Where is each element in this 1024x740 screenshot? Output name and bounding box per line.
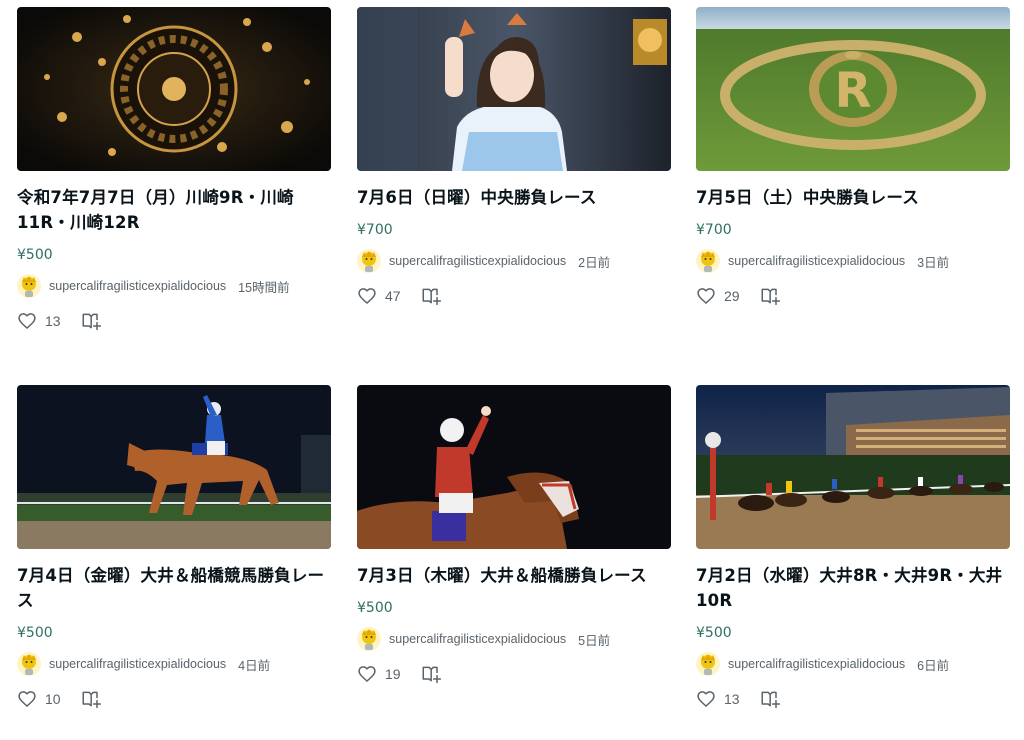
author-row: supercalifragilisticexpialidocious 3日前 (696, 248, 1010, 274)
jockey-celebration-thumbnail[interactable] (357, 385, 671, 549)
crop-field-r-logo-image: R (696, 7, 1010, 171)
add-to-magazine-button[interactable] (421, 286, 443, 306)
heart-icon (17, 311, 37, 331)
heart-icon (696, 689, 716, 709)
avatar[interactable] (17, 274, 41, 298)
article-price: ¥500 (357, 600, 393, 616)
like-count: 13 (45, 313, 61, 329)
article-title[interactable]: 7月2日（水曜）大井8R・大井9R・大井10R (696, 563, 1010, 613)
magazine-add-icon (81, 689, 103, 709)
idol-photo-image (357, 7, 671, 171)
card-actions: 10 (17, 687, 331, 711)
card-actions: 13 (17, 309, 331, 333)
magazine-add-icon (421, 664, 443, 684)
roulette-image (17, 7, 331, 171)
magazine-add-icon (760, 689, 782, 709)
post-time: 2日前 (578, 255, 611, 270)
article-price: ¥500 (17, 247, 53, 263)
post-time: 5日前 (578, 633, 611, 648)
add-to-magazine-button[interactable] (421, 664, 443, 684)
article-title[interactable]: 令和7年7月7日（月）川崎9R・川崎11R・川崎12R (17, 185, 331, 235)
add-to-magazine-button[interactable] (81, 311, 103, 331)
roulette-thumbnail[interactable] (17, 7, 331, 171)
author-row: supercalifragilisticexpialidocious 4日前 (17, 651, 331, 677)
author-name[interactable]: supercalifragilisticexpialidocious (49, 657, 226, 671)
avatar[interactable] (357, 627, 381, 651)
article-title[interactable]: 7月4日（金曜）大井＆船橋競馬勝負レース (17, 563, 331, 613)
like-button[interactable]: 47 (357, 286, 405, 306)
article-card[interactable]: R 7月5日（土）中央勝負レース ¥700 supercalifragilist… (696, 7, 1010, 308)
add-to-magazine-button[interactable] (81, 689, 103, 709)
article-title[interactable]: 7月5日（土）中央勝負レース (696, 185, 1010, 210)
article-grid: 令和7年7月7日（月）川崎9R・川崎11R・川崎12R ¥500 superca… (0, 0, 1024, 740)
post-time: 3日前 (917, 255, 950, 270)
article-price: ¥500 (17, 625, 53, 641)
article-card[interactable]: 7月2日（水曜）大井8R・大井9R・大井10R ¥500 supercalifr… (696, 385, 1010, 711)
heart-icon (696, 286, 716, 306)
like-button[interactable]: 29 (696, 286, 744, 306)
like-count: 47 (385, 288, 401, 304)
horse-race-track-image (696, 385, 1010, 549)
heart-icon (17, 689, 37, 709)
like-button[interactable]: 13 (17, 311, 65, 331)
heart-icon (357, 286, 377, 306)
avatar[interactable] (17, 652, 41, 676)
magazine-add-icon (421, 286, 443, 306)
article-title[interactable]: 7月6日（日曜）中央勝負レース (357, 185, 671, 210)
jockey-horse-thumbnail[interactable] (17, 385, 331, 549)
add-to-magazine-button[interactable] (760, 286, 782, 306)
like-count: 13 (724, 691, 740, 707)
article-card[interactable]: 7月6日（日曜）中央勝負レース ¥700 supercalifragilisti… (357, 7, 671, 308)
card-actions: 47 (357, 284, 671, 308)
add-to-magazine-button[interactable] (760, 689, 782, 709)
article-price: ¥500 (696, 625, 732, 641)
article-title[interactable]: 7月3日（木曜）大井＆船橋勝負レース (357, 563, 671, 588)
like-count: 29 (724, 288, 740, 304)
like-count: 19 (385, 666, 401, 682)
article-price: ¥700 (696, 222, 732, 238)
card-actions: 13 (696, 687, 1010, 711)
card-actions: 19 (357, 662, 671, 686)
author-name[interactable]: supercalifragilisticexpialidocious (728, 657, 905, 671)
author-row: supercalifragilisticexpialidocious 5日前 (357, 626, 671, 652)
like-button[interactable]: 10 (17, 689, 65, 709)
jockey-horse-image (17, 385, 331, 549)
author-name[interactable]: supercalifragilisticexpialidocious (728, 254, 905, 268)
avatar[interactable] (357, 249, 381, 273)
author-name[interactable]: supercalifragilisticexpialidocious (389, 254, 566, 268)
article-price: ¥700 (357, 222, 393, 238)
post-time: 6日前 (917, 658, 950, 673)
heart-icon (357, 664, 377, 684)
author-row: supercalifragilisticexpialidocious 15時間前 (17, 273, 331, 299)
author-row: supercalifragilisticexpialidocious 6日前 (696, 651, 1010, 677)
post-time: 4日前 (238, 658, 271, 673)
article-card[interactable]: 7月3日（木曜）大井＆船橋勝負レース ¥500 supercalifragili… (357, 385, 671, 686)
card-actions: 29 (696, 284, 1010, 308)
horse-race-thumbnail[interactable] (696, 385, 1010, 549)
like-count: 10 (45, 691, 61, 707)
avatar[interactable] (696, 652, 720, 676)
avatar[interactable] (696, 249, 720, 273)
like-button[interactable]: 19 (357, 664, 405, 684)
post-time: 15時間前 (238, 280, 290, 295)
article-card[interactable]: 令和7年7月7日（月）川崎9R・川崎11R・川崎12R ¥500 superca… (17, 7, 331, 333)
author-name[interactable]: supercalifragilisticexpialidocious (389, 632, 566, 646)
crop-field-thumbnail[interactable]: R (696, 7, 1010, 171)
jockey-celebration-image (357, 385, 671, 549)
article-card[interactable]: 7月4日（金曜）大井＆船橋競馬勝負レース ¥500 supercalifragi… (17, 385, 331, 711)
magazine-add-icon (760, 286, 782, 306)
like-button[interactable]: 13 (696, 689, 744, 709)
magazine-add-icon (81, 311, 103, 331)
author-row: supercalifragilisticexpialidocious 2日前 (357, 248, 671, 274)
svg-text:R: R (835, 63, 872, 119)
idol-thumbnail[interactable] (357, 7, 671, 171)
author-name[interactable]: supercalifragilisticexpialidocious (49, 279, 226, 293)
